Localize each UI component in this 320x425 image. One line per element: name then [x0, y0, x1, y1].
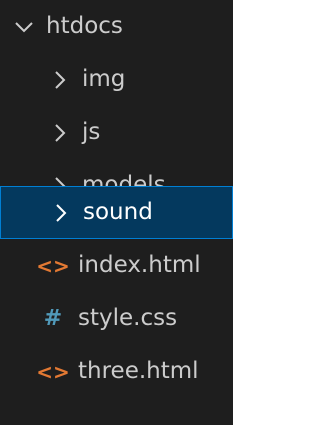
- folder-htdocs[interactable]: htdocs: [0, 0, 233, 53]
- chevron-right-icon: [48, 121, 72, 145]
- folder-js[interactable]: js: [0, 106, 233, 159]
- file-label: index.html: [78, 252, 201, 278]
- css-file-icon: #: [43, 306, 63, 331]
- chevron-right-icon: [48, 68, 72, 92]
- file-explorer-tree: htdocs img js models sound <> index.html…: [0, 0, 233, 425]
- folder-label: htdocs: [46, 13, 123, 39]
- html-file-icon: <>: [36, 359, 70, 384]
- file-label: three.html: [78, 358, 199, 384]
- folder-img[interactable]: img: [0, 53, 233, 106]
- file-label: style.css: [78, 305, 178, 331]
- folder-label: img: [82, 66, 126, 92]
- chevron-down-icon: [12, 15, 36, 39]
- file-index-html[interactable]: <> index.html: [0, 239, 233, 292]
- file-three-html[interactable]: <> three.html: [0, 345, 233, 398]
- folder-label: sound: [83, 199, 153, 225]
- folder-sound[interactable]: sound: [0, 186, 233, 239]
- chevron-right-icon: [49, 201, 73, 225]
- html-file-icon: <>: [36, 253, 70, 278]
- folder-label: js: [82, 119, 101, 145]
- file-style-css[interactable]: # style.css: [0, 292, 233, 345]
